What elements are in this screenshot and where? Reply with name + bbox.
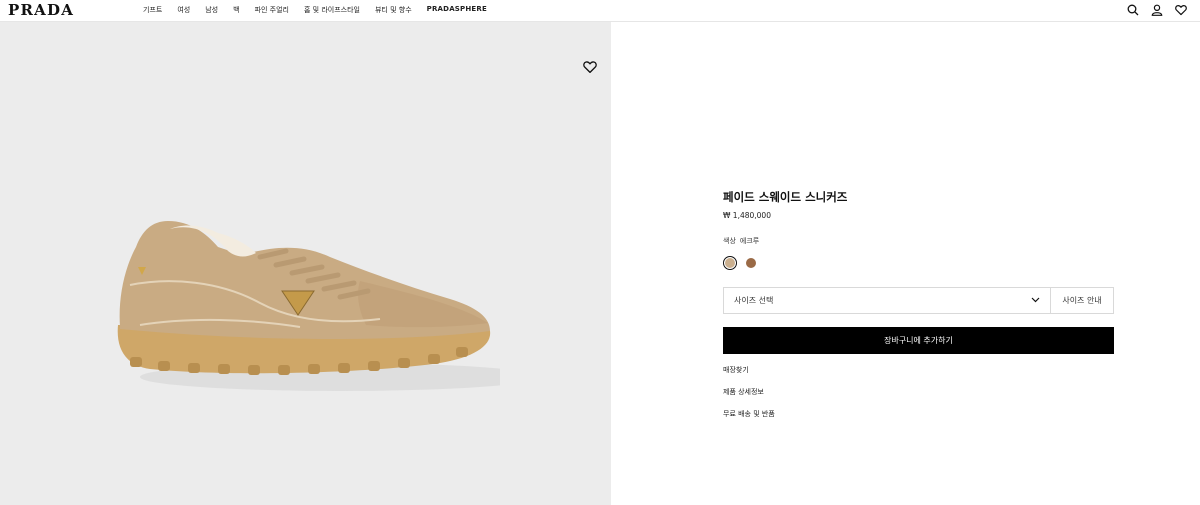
search-icon[interactable] <box>1126 3 1140 17</box>
shipping-returns-link[interactable]: 무료 배송 및 반품 <box>723 409 775 419</box>
color-value: 에크루 <box>739 237 760 245</box>
product-details-link[interactable]: 제품 상세정보 <box>723 387 764 397</box>
nav-item-women[interactable]: 여성 <box>177 5 190 15</box>
nav-item-bags[interactable]: 백 <box>233 5 239 15</box>
swatch-dot <box>725 258 735 268</box>
color-swatches <box>723 256 758 270</box>
nav-item-pradasphere[interactable]: PRADASPHERE <box>427 5 487 15</box>
size-row: 사이즈 선택 사이즈 안내 <box>723 287 1114 314</box>
add-to-cart-button[interactable]: 장바구니에 추가하기 <box>723 327 1114 354</box>
chevron-down-icon <box>1031 296 1040 305</box>
product-image-sneaker <box>117 221 500 391</box>
wishlist-heart-icon[interactable] <box>583 59 597 74</box>
size-select-dropdown[interactable]: 사이즈 선택 <box>724 288 1050 313</box>
store-locator-link[interactable]: 매장찾기 <box>723 365 749 375</box>
swatch-dot <box>746 258 756 268</box>
nav-item-beauty-fragrance[interactable]: 뷰티 및 향수 <box>375 5 412 15</box>
main-nav: 기프트 여성 남성 백 파인 주얼리 홈 및 라이프스타일 뷰티 및 향수 PR… <box>143 5 502 15</box>
top-header: PRADA 기프트 여성 남성 백 파인 주얼리 홈 및 라이프스타일 뷰티 및… <box>0 0 1200 22</box>
nav-item-gift[interactable]: 기프트 <box>143 5 162 15</box>
color-swatch-brown[interactable] <box>744 256 758 270</box>
prada-logo[interactable]: PRADA <box>8 1 74 19</box>
product-title: 페이드 스웨이드 스니커즈 <box>723 190 848 204</box>
color-swatch-ecru[interactable] <box>723 256 737 270</box>
header-actions <box>1126 3 1188 17</box>
color-label: 색상 <box>723 237 736 245</box>
heart-icon[interactable] <box>1174 3 1188 17</box>
nav-item-home-lifestyle[interactable]: 홈 및 라이프스타일 <box>304 5 360 15</box>
product-image-panel <box>0 22 611 505</box>
nav-item-men[interactable]: 남성 <box>205 5 218 15</box>
color-info: 색상 에크루 <box>723 236 759 246</box>
size-select-label: 사이즈 선택 <box>734 296 774 305</box>
user-icon[interactable] <box>1150 3 1164 17</box>
nav-item-fine-jewelry[interactable]: 파인 주얼리 <box>255 5 289 15</box>
size-guide-button[interactable]: 사이즈 안내 <box>1050 288 1113 313</box>
product-price: ₩ 1,480,000 <box>723 211 771 220</box>
